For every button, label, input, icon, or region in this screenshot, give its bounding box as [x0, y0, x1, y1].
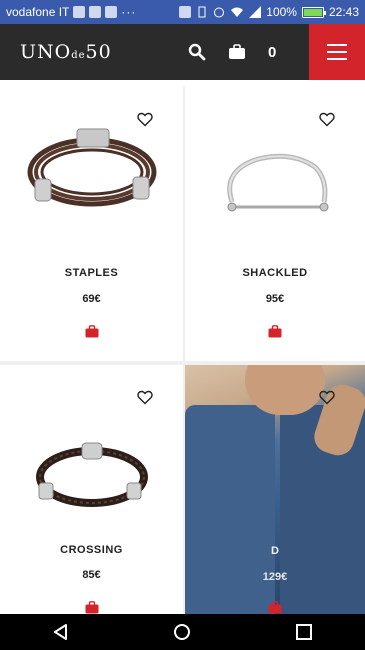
heart-icon[interactable] [137, 390, 153, 405]
nfc-icon [179, 6, 192, 18]
product-name[interactable]: D [185, 545, 365, 557]
add-to-bag-icon[interactable] [85, 601, 99, 614]
product-name[interactable]: SHACKLED [185, 267, 365, 279]
logo-number: 50 [85, 41, 112, 63]
signal-icon [249, 6, 262, 18]
vibrate-icon [198, 6, 206, 18]
product-price: 69€ [82, 293, 101, 305]
notification-icon [73, 6, 86, 18]
product-price: 85€ [82, 569, 101, 581]
recent-apps-icon[interactable] [294, 622, 314, 642]
heart-icon[interactable] [319, 390, 335, 405]
cart-count[interactable]: 0 [268, 44, 276, 61]
product-name[interactable]: STAPLES [0, 267, 183, 279]
search-icon[interactable] [188, 43, 206, 61]
home-icon[interactable] [172, 622, 192, 642]
product-card[interactable]: CROSSING 85€ [0, 365, 183, 614]
logo-de: de [71, 50, 86, 61]
more-notifications: ··· [121, 5, 137, 19]
add-to-bag-icon[interactable] [268, 325, 282, 338]
logo-text: UNO [20, 41, 72, 63]
system-nav-bar [0, 614, 365, 650]
product-name[interactable]: CROSSING [0, 544, 183, 556]
status-bar: vodafone IT ··· 100% 22:43 [0, 0, 365, 24]
product-card[interactable]: STAPLES 69€ [0, 87, 183, 361]
product-image-bracelet[interactable] [220, 152, 330, 232]
heart-icon[interactable] [137, 112, 153, 127]
header-actions: 0 [188, 24, 276, 80]
add-to-bag-icon[interactable] [268, 601, 282, 614]
alarm-icon [214, 7, 225, 18]
hamburger-icon-line [327, 51, 347, 53]
twitter-icon [105, 6, 118, 18]
heart-icon[interactable] [319, 112, 335, 127]
add-to-bag-icon[interactable] [85, 325, 99, 338]
carrier-label: vodafone IT [6, 5, 70, 19]
product-card[interactable]: SHACKLED 95€ [185, 87, 365, 361]
shopping-bag-icon[interactable] [228, 44, 246, 60]
product-price: 129€ [262, 571, 288, 583]
product-card-lifestyle-photo[interactable]: D 129€ [185, 365, 365, 614]
notification-icon [89, 6, 102, 18]
product-price: 95€ [265, 293, 285, 305]
battery-icon [301, 6, 326, 18]
status-right: 100% 22:43 [179, 5, 359, 19]
hamburger-icon-line [327, 58, 347, 60]
menu-button[interactable] [309, 24, 365, 80]
wifi-icon [231, 7, 244, 17]
battery-fill [303, 8, 322, 16]
battery-percent: 100% [266, 5, 297, 19]
product-image-bracelet[interactable] [35, 437, 150, 509]
status-left: vodafone IT ··· [6, 5, 136, 19]
clock: 22:43 [328, 5, 359, 19]
product-image-bracelet[interactable] [25, 127, 160, 217]
back-icon[interactable] [51, 622, 71, 642]
app-header: UNOde50 0 [0, 24, 365, 80]
hamburger-icon-line [327, 44, 347, 46]
logo[interactable]: UNOde50 [20, 41, 112, 63]
product-grid: STAPLES 69€ SHACKLED 95€ CROSSING 85€ D … [0, 87, 365, 614]
